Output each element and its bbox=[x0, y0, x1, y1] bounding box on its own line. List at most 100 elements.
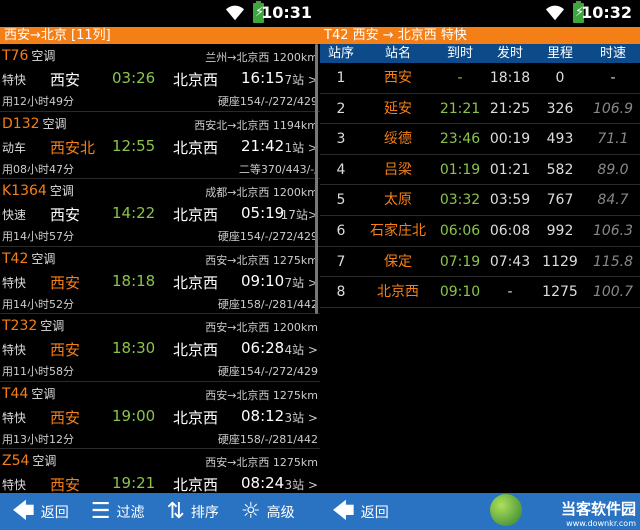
duration: 用14小时52分 bbox=[2, 297, 74, 311]
filter-icon: ☰ bbox=[90, 498, 111, 524]
train-item[interactable]: T44 空调 西安→北京西 1275km 特快 西安 19:00 北京西 08:12 3站 > 用… bbox=[0, 382, 320, 449]
train-number: T76 空调 bbox=[2, 48, 56, 64]
left-screen: ⚡ 10:31 西安→北京 [11列] T76 空调 兰州→北京西 1200km 特快… bbox=[0, 0, 320, 530]
col-header-depart: 发时 bbox=[496, 46, 523, 61]
from-station: 西安 bbox=[50, 476, 81, 494]
train-item[interactable]: T76 空调 兰州→北京西 1200km 特快 西安 03:26 北京西 16:15 7站 > 用… bbox=[0, 44, 320, 112]
watermark-logo bbox=[490, 494, 522, 526]
arrive-time: 09:10 bbox=[241, 271, 285, 290]
filter-button[interactable]: ☰ 过滤 bbox=[90, 498, 145, 524]
stop-seq: 4 bbox=[336, 161, 346, 178]
ac-label: 空调 bbox=[32, 454, 57, 468]
status-bar: ⚡ 10:31 bbox=[0, 0, 320, 27]
back-button[interactable]: 🡄 返回 bbox=[332, 498, 389, 524]
back-button[interactable]: 🡄 返回 bbox=[12, 498, 69, 524]
stop-count: 17站> bbox=[280, 208, 318, 222]
table-row[interactable]: 2 延安 21:21 21:25 326 106.9 bbox=[320, 94, 640, 125]
seat-prices: 二等370/443/-/ bbox=[238, 162, 318, 176]
to-station: 北京西 bbox=[173, 71, 219, 89]
wifi-icon bbox=[546, 5, 564, 21]
duration: 用12小时49分 bbox=[2, 95, 74, 108]
train-item[interactable]: T42 空调 西安→北京西 1275km 特快 西安 18:18 北京西 09:10 7站 > 用… bbox=[0, 247, 320, 314]
to-station: 北京西 bbox=[173, 138, 219, 157]
train-item[interactable]: D132 空调 西安北→北京西 1194km 动车 西安北 12:55 北京西 21:42 1站… bbox=[0, 112, 320, 179]
stop-count: 7站 > bbox=[284, 73, 318, 87]
table-row[interactable]: 3 绥德 23:46 00:19 493 71.1 bbox=[320, 124, 640, 155]
back-label: 返回 bbox=[40, 504, 69, 521]
table-header: 站序 站名 到时 发时 里程 时速 bbox=[320, 44, 640, 63]
stop-speed: 71.1 bbox=[597, 131, 629, 148]
stop-station: 太原 bbox=[384, 192, 412, 209]
ac-label: 空调 bbox=[31, 49, 56, 63]
stop-seq: 3 bbox=[336, 131, 346, 148]
sort-icon: ⇅ bbox=[166, 498, 185, 524]
train-list: T76 空调 兰州→北京西 1200km 特快 西安 03:26 北京西 16:15 7站 > 用… bbox=[0, 44, 320, 517]
to-station: 北京西 bbox=[173, 273, 219, 292]
train-route: 兰州→北京西 1200km bbox=[205, 51, 318, 64]
stop-depart: 07:43 bbox=[489, 253, 531, 270]
table-row[interactable]: 8 北京西 09:10 - 1275 100.7 bbox=[320, 277, 640, 308]
train-type: 特快 bbox=[2, 275, 27, 290]
status-bar: ⚡ 10:32 bbox=[320, 0, 640, 27]
arrive-time: 06:28 bbox=[241, 339, 285, 357]
stop-arrive: 23:46 bbox=[439, 131, 481, 148]
stop-speed: 106.3 bbox=[592, 222, 634, 239]
train-title: T42 西安 → 北京西 特快 bbox=[320, 27, 640, 44]
train-item[interactable]: K1364 空调 成都→北京西 1200km 快速 西安 14:22 北京西 05:19 17站… bbox=[0, 179, 320, 247]
train-route: 西安→北京西 1275km bbox=[205, 456, 318, 469]
stop-station: 绥德 bbox=[384, 131, 412, 148]
train-number: D132 空调 bbox=[2, 115, 67, 132]
table-row[interactable]: 6 石家庄北 06:06 06:08 992 106.3 bbox=[320, 216, 640, 247]
advanced-button[interactable]: ☼ 高级 bbox=[241, 500, 295, 523]
from-station: 西安北 bbox=[50, 138, 96, 157]
table-row[interactable]: 4 吕梁 01:19 01:21 582 89.0 bbox=[320, 155, 640, 186]
from-station: 西安 bbox=[50, 206, 81, 224]
back-label: 返回 bbox=[360, 504, 389, 521]
back-arrow-icon: 🡄 bbox=[332, 498, 355, 524]
stop-distance: 326 bbox=[546, 100, 574, 117]
stop-seq: 7 bbox=[336, 253, 346, 270]
table-row[interactable]: 1 西安 - 18:18 0 - bbox=[320, 63, 640, 94]
stop-distance: 767 bbox=[546, 192, 574, 209]
col-header-speed: 时速 bbox=[599, 46, 626, 61]
seat-prices: 硬座154/-/272/429 bbox=[217, 230, 318, 243]
arrive-time: 08:24 bbox=[241, 474, 285, 492]
depart-time: 19:21 bbox=[112, 474, 156, 492]
arrive-time: 08:12 bbox=[241, 406, 285, 425]
train-type: 特快 bbox=[2, 343, 27, 357]
stop-station: 吕梁 bbox=[384, 161, 412, 178]
ac-label: 空调 bbox=[49, 184, 74, 198]
train-route: 西安北→北京西 1194km bbox=[194, 118, 318, 132]
depart-time: 18:30 bbox=[112, 339, 156, 357]
stop-count: 3站 > bbox=[284, 410, 318, 425]
table-row[interactable]: 5 太原 03:32 03:59 767 84.7 bbox=[320, 185, 640, 216]
seat-prices: 硬座158/-/281/442 bbox=[217, 432, 318, 446]
stop-table: 1 西安 - 18:18 0 - 2 延安 21:21 21:25 326 106.9 3 绥德 23:46… bbox=[320, 63, 640, 308]
seat-prices: 硬座154/-/272/429 bbox=[217, 95, 318, 108]
stop-depart: 21:25 bbox=[489, 100, 531, 117]
sort-button[interactable]: ⇅ 排序 bbox=[166, 498, 218, 524]
depart-time: 14:22 bbox=[112, 204, 156, 222]
arrive-time: 16:15 bbox=[241, 69, 285, 87]
advanced-label: 高级 bbox=[266, 504, 295, 521]
from-station: 西安 bbox=[50, 71, 81, 89]
stop-speed: 115.8 bbox=[592, 253, 634, 270]
bottom-toolbar: 🡄 返回 ☰ 过滤 ⇅ 排序 ☼ 高级 bbox=[0, 493, 320, 530]
train-item[interactable]: T232 空调 西安→北京西 1200km 特快 西安 18:30 北京西 06:28 4站 >… bbox=[0, 314, 320, 382]
watermark: 当客软件园 www.downkr.com bbox=[561, 498, 636, 528]
train-route: 成都→北京西 1200km bbox=[205, 186, 318, 199]
stop-station: 延安 bbox=[384, 100, 412, 117]
train-route: 西安→北京西 1275km bbox=[205, 253, 318, 267]
stop-seq: 5 bbox=[336, 192, 346, 209]
train-type: 快速 bbox=[2, 208, 27, 222]
ac-label: 空调 bbox=[42, 116, 67, 131]
table-row[interactable]: 7 保定 07:19 07:43 1129 115.8 bbox=[320, 247, 640, 278]
stop-seq: 6 bbox=[336, 222, 346, 239]
train-type: 特快 bbox=[2, 478, 27, 492]
stop-depart: 03:59 bbox=[489, 192, 531, 209]
from-station: 西安 bbox=[50, 408, 81, 427]
back-arrow-icon: 🡄 bbox=[12, 498, 35, 524]
train-route: 西安→北京西 1275km bbox=[205, 388, 318, 402]
col-header-arrive: 到时 bbox=[446, 46, 473, 61]
scrollbar[interactable] bbox=[315, 44, 318, 314]
